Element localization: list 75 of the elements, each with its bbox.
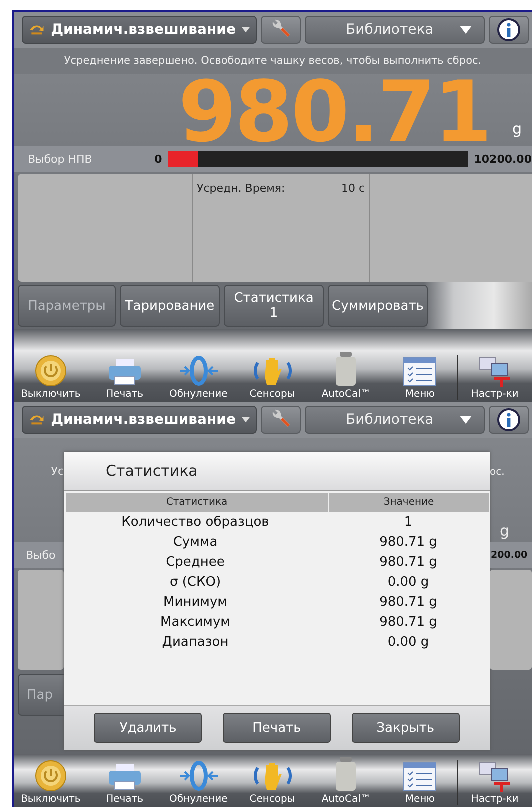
mode-dropdown[interactable]: Динамич.взвешивание <box>22 406 257 434</box>
mode-dropdown[interactable]: Динамич.взвешивание <box>22 16 257 44</box>
column-header: Значение <box>329 493 490 512</box>
hand-icon <box>254 760 292 792</box>
toolbar-button[interactable]: Меню <box>383 762 458 805</box>
toolbar-button[interactable]: Сенсоры <box>236 355 310 400</box>
library-dropdown[interactable]: Библиотека <box>305 16 485 44</box>
info-button[interactable] <box>489 406 529 434</box>
toolbar-button[interactable]: Сенсоры <box>236 760 310 805</box>
statistic-name: Сумма <box>172 534 219 552</box>
toolbar-button[interactable]: Печать <box>88 357 162 400</box>
unit-label: g <box>500 522 510 540</box>
statistic-value: 980.71 g <box>378 614 438 632</box>
power-icon <box>34 355 67 387</box>
checklist-icon <box>403 357 438 387</box>
info-icon <box>497 408 521 432</box>
statistic-name: Максимум <box>160 614 232 632</box>
statistic-name: Минимум <box>162 594 228 612</box>
toolbar-button[interactable]: AutoCal™ <box>309 756 384 805</box>
library-dropdown[interactable]: Библиотека <box>305 406 485 434</box>
hand-icon <box>254 355 292 387</box>
unit-label: g <box>512 120 522 138</box>
statistic-name: Среднее <box>165 554 226 572</box>
function-button[interactable]: Тарирование <box>120 285 220 327</box>
dialog-button[interactable]: Печать <box>222 713 331 743</box>
column-header: Статистика <box>66 493 329 512</box>
dialog-title: Статистика <box>64 452 490 491</box>
statistic-name: Количество образцов <box>120 514 270 532</box>
info-button[interactable] <box>489 16 529 44</box>
toolbar-button[interactable]: AutoCal™ <box>309 351 384 400</box>
statistic-name: σ (СКО) <box>168 574 222 592</box>
function-button[interactable]: Статистика 1 <box>224 285 324 327</box>
status-message: ос. <box>490 467 505 478</box>
statistic-name: Диапазон <box>161 634 230 652</box>
printer-icon <box>106 357 143 387</box>
statistic-value: 0.00 g <box>386 634 430 652</box>
status-message: Ус <box>51 465 64 478</box>
zero-icon <box>178 760 219 792</box>
settings-button[interactable] <box>261 16 301 44</box>
capacity-max: 10200.00 <box>474 152 532 166</box>
zero-icon <box>178 355 219 387</box>
caret-icon <box>242 26 250 34</box>
info-label: Усредн. Время: <box>197 182 286 196</box>
checklist-icon <box>403 762 438 792</box>
power-icon <box>34 760 67 792</box>
capacity-min: 0 <box>154 152 162 166</box>
toolbar-button[interactable]: Настр-ки <box>457 355 532 400</box>
toolbar-button[interactable]: Обнуление <box>162 355 236 400</box>
dialog-button[interactable]: Закрыть <box>352 713 460 743</box>
toolbar-button[interactable]: Выключить <box>14 355 88 400</box>
dialog-button[interactable]: Удалить <box>94 713 202 743</box>
capacity-label: Выбо <box>26 548 56 562</box>
capacity-max: 200.00 <box>491 550 528 560</box>
toolbar-button[interactable]: Настр-ки <box>457 760 532 805</box>
info-icon <box>497 18 521 42</box>
statistic-value: 1 <box>403 514 414 532</box>
caret-icon <box>460 26 472 34</box>
capacity-label: Выбор НПВ <box>28 152 94 166</box>
settings-button[interactable] <box>261 406 301 434</box>
toolbar-button[interactable]: Меню <box>383 357 458 400</box>
printer-icon <box>106 762 143 792</box>
toolbar-button[interactable]: Обнуление <box>162 760 236 805</box>
caret-icon <box>242 416 250 424</box>
toolbar-button[interactable]: Печать <box>88 762 162 805</box>
statistic-value: 980.71 g <box>378 534 438 552</box>
statistic-value: 0.00 g <box>386 574 430 592</box>
computer-icon <box>478 355 512 387</box>
status-message: Усреднение завершено. Освободите чашку весов, чтобы выполнить сброс. <box>14 48 532 74</box>
function-button[interactable]: Суммировать <box>328 285 428 327</box>
computer-icon <box>478 760 512 792</box>
caret-icon <box>460 416 472 424</box>
info-value: 10 с <box>341 182 365 196</box>
statistic-value: 980.71 g <box>378 554 438 572</box>
toolbar-button[interactable]: Выключить <box>14 760 88 805</box>
statistic-value: 980.71 g <box>378 594 438 612</box>
